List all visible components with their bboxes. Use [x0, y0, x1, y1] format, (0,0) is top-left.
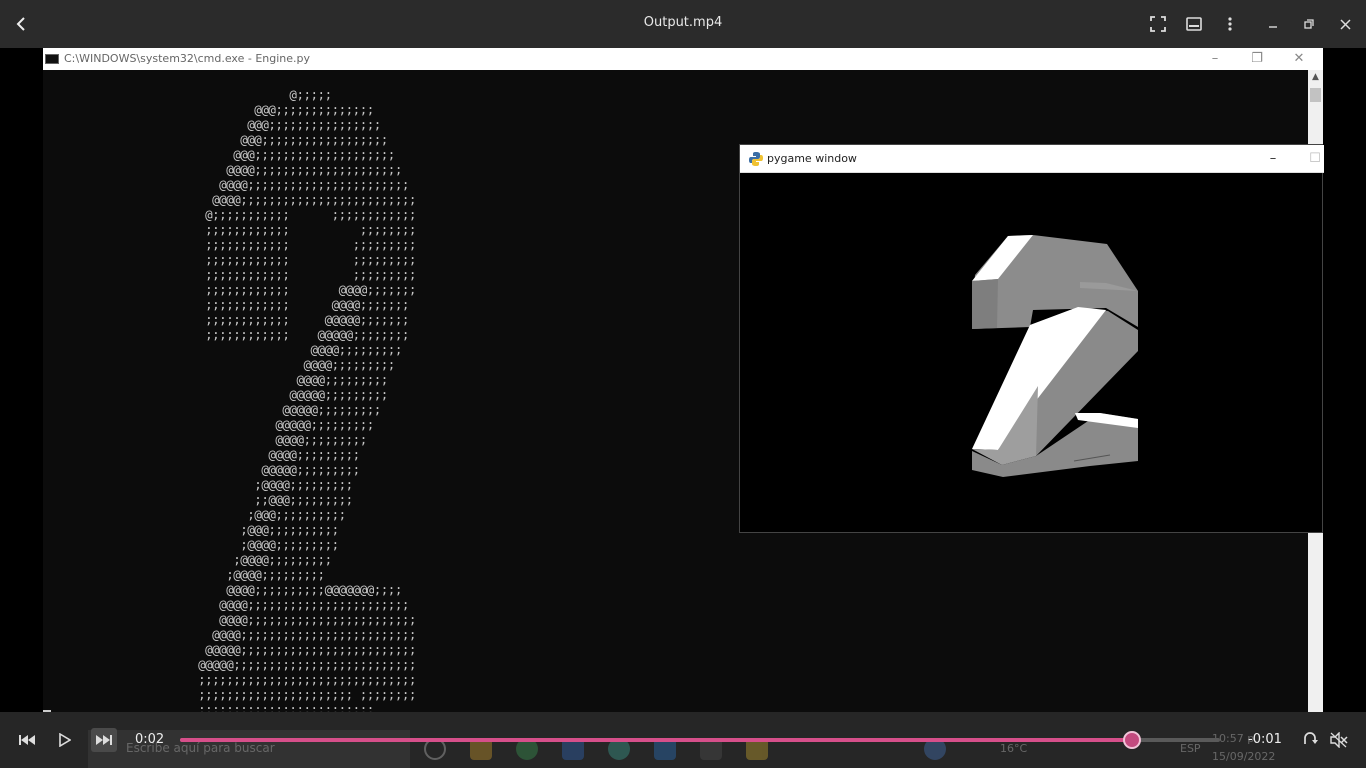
video-frame[interactable]: C:\WINDOWS\system32\cmd.exe - Engine.py … — [0, 48, 1366, 712]
scroll-thumb — [1310, 88, 1321, 102]
close-icon — [1339, 18, 1351, 30]
language-ghost: ESP — [1180, 742, 1201, 755]
player-top-bar: Output.mp4 — [0, 0, 1366, 48]
volume-muted-icon — [1330, 732, 1348, 748]
skip-next-icon — [96, 735, 112, 745]
cmd-close-icon: ✕ — [1293, 51, 1305, 66]
subtitles-button[interactable] — [1180, 10, 1208, 38]
restore-icon — [1304, 19, 1314, 29]
seek-bar-handle[interactable] — [1122, 731, 1141, 749]
current-time: 0:02 — [135, 732, 165, 747]
cmd-minimize-icon: – — [1211, 51, 1219, 66]
fullscreen-icon — [1150, 16, 1166, 32]
cmd-title-bar: C:\WINDOWS\system32\cmd.exe - Engine.py … — [43, 48, 1323, 70]
minimize-icon — [1269, 26, 1277, 28]
more-vertical-icon — [1228, 17, 1232, 31]
remaining-time: -0:01 — [1248, 732, 1282, 747]
play-icon — [59, 733, 71, 747]
seek-bar[interactable] — [180, 731, 1220, 749]
rendered-3d-digit-two — [972, 235, 1138, 477]
cmd-icon — [45, 54, 59, 64]
taskbar-reflection: Escribe aquí para buscar 16°C ESP 10:57 … — [0, 730, 1366, 768]
cmd-title: C:\WINDOWS\system32\cmd.exe - Engine.py — [64, 52, 311, 65]
player-controls: Escribe aquí para buscar 16°C ESP 10:57 … — [0, 712, 1366, 768]
skip-previous-button[interactable] — [14, 728, 40, 752]
more-options-button[interactable] — [1216, 10, 1244, 38]
skip-previous-icon — [19, 735, 35, 745]
restore-button[interactable] — [1295, 10, 1323, 38]
python-logo-icon — [749, 152, 763, 166]
back-button[interactable] — [8, 10, 36, 38]
repeat-icon — [1304, 732, 1318, 744]
weather-ghost: 16°C — [1000, 742, 1028, 755]
pygame-title-bar: pygame window – ☐ — [740, 145, 1324, 173]
pygame-window: pygame window – ☐ — [739, 144, 1324, 533]
skip-next-button[interactable] — [91, 728, 117, 752]
cmd-maximize-icon: ❐ — [1251, 51, 1263, 66]
fullscreen-button[interactable] — [1144, 10, 1172, 38]
pygame-title: pygame window — [767, 152, 857, 165]
video-player: Output.mp4 C:\WINDOWS\system32\cmd.exe -… — [0, 0, 1366, 768]
subtitles-icon — [1186, 17, 1202, 31]
pygame-minimize-icon: – — [1269, 151, 1277, 166]
pygame-maximize-icon: ☐ — [1309, 151, 1321, 166]
ascii-art-output: @;;;;; @@@;;;;;;;;;;;;;; @@@;;;;;;;;;;;;… — [198, 87, 416, 712]
minimize-button[interactable] — [1259, 10, 1287, 38]
seek-bar-progress — [180, 738, 1132, 742]
mute-button[interactable] — [1326, 728, 1352, 752]
repeat-button[interactable] — [1297, 728, 1323, 752]
clock-date-ghost: 15/09/2022 — [1212, 750, 1276, 763]
scroll-up-icon: ▲ — [1312, 72, 1319, 82]
close-button[interactable] — [1331, 10, 1359, 38]
back-arrow-icon — [16, 17, 25, 31]
pygame-canvas — [740, 173, 1322, 532]
play-button[interactable] — [52, 728, 78, 752]
